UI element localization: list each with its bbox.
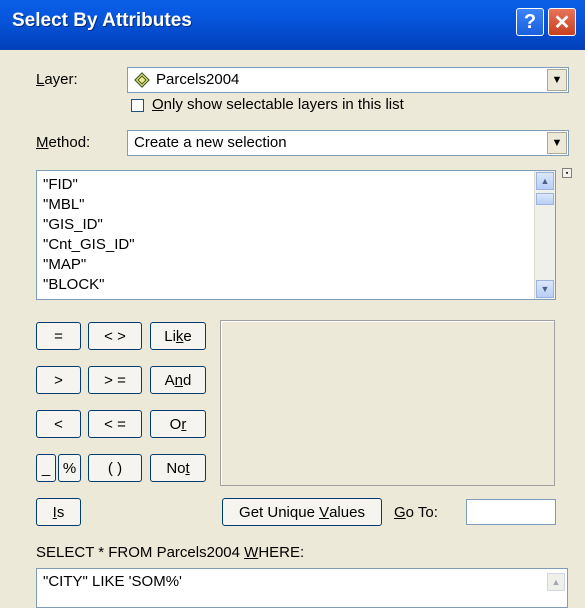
underscore-button[interactable]: _ — [36, 454, 56, 482]
method-value: Create a new selection — [134, 134, 287, 151]
layer-diamond-icon — [134, 72, 150, 88]
close-icon: ✕ — [553, 11, 571, 34]
goto-label: Go To: — [394, 504, 438, 521]
list-options-icon[interactable]: ▪ — [562, 168, 572, 178]
scroll-thumb[interactable] — [536, 193, 554, 205]
get-unique-values-button[interactable]: Get Unique Values — [222, 498, 382, 526]
goto-input[interactable] — [466, 499, 556, 525]
help-icon: ? — [523, 10, 537, 33]
list-item[interactable]: "Cnt_GIS_ID" — [43, 235, 135, 255]
sql-expression-field[interactable]: "CITY" LIKE 'SOM%' ▲ — [36, 568, 568, 608]
method-label: Method: — [36, 134, 91, 151]
and-button[interactable]: And — [150, 366, 206, 394]
less-equal-button[interactable]: < = — [88, 410, 142, 438]
layer-value: Parcels2004 — [156, 71, 240, 88]
list-item[interactable]: "MAP" — [43, 255, 135, 275]
fields-scrollbar[interactable]: ▲ ▼ — [534, 171, 555, 299]
scroll-up-icon[interactable]: ▲ — [547, 573, 565, 591]
less-than-button[interactable]: < — [36, 410, 81, 438]
not-equals-button[interactable]: < > — [88, 322, 142, 350]
parentheses-button[interactable]: ( ) — [88, 454, 142, 482]
fields-list[interactable]: "FID" "MBL" "GIS_ID" "Cnt_GIS_ID" "MAP" … — [36, 170, 556, 300]
is-button[interactable]: Is — [36, 498, 81, 526]
chevron-down-icon[interactable]: ▼ — [547, 69, 567, 91]
sql-expression-text: "CITY" LIKE 'SOM%' — [43, 573, 182, 590]
method-dropdown[interactable]: Create a new selection ▼ — [127, 130, 569, 156]
list-item[interactable]: "MBL" — [43, 195, 135, 215]
chevron-down-icon[interactable]: ▼ — [547, 132, 567, 154]
selectable-only-checkbox[interactable] — [131, 99, 144, 112]
percent-button[interactable]: % — [58, 454, 81, 482]
greater-than-button[interactable]: > — [36, 366, 81, 394]
window-title: Select By Attributes — [12, 10, 192, 31]
or-button[interactable]: Or — [150, 410, 206, 438]
sql-prefix-label: SELECT * FROM Parcels2004 WHERE: — [36, 544, 305, 561]
like-button[interactable]: Li k e — [150, 322, 206, 350]
layer-label: Layer: — [36, 71, 78, 88]
list-item[interactable]: "FID" — [43, 175, 135, 195]
not-button[interactable]: No t — [150, 454, 206, 482]
scroll-up-icon[interactable]: ▲ — [536, 172, 554, 190]
equals-button[interactable]: = — [36, 322, 81, 350]
greater-equal-button[interactable]: > = — [88, 366, 142, 394]
list-item[interactable]: "BLOCK" — [43, 275, 135, 295]
help-button[interactable]: ? — [516, 8, 544, 36]
layer-dropdown[interactable]: Parcels2004 ▼ — [127, 67, 569, 93]
unique-values-list[interactable] — [220, 320, 555, 486]
close-button[interactable]: ✕ — [548, 8, 576, 36]
scroll-down-icon[interactable]: ▼ — [536, 280, 554, 298]
title-bar[interactable]: Select By Attributes ? ✕ — [0, 0, 585, 50]
selectable-only-label: Only show selectable layers in this list — [152, 96, 404, 113]
list-item[interactable]: "GIS_ID" — [43, 215, 135, 235]
